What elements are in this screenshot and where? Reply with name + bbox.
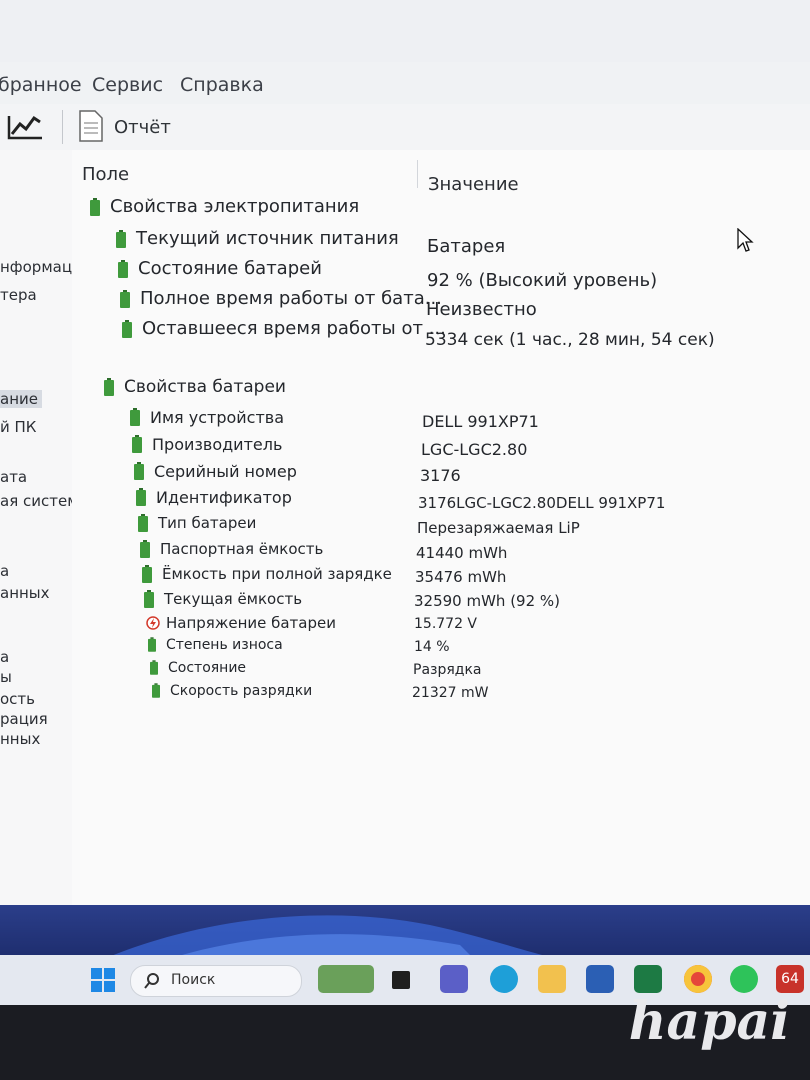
search-icon bbox=[144, 973, 159, 989]
row-field: Состояние батарей bbox=[138, 258, 322, 279]
sidebar: нформац тера ание й ПК ата ая система а … bbox=[0, 150, 73, 920]
row-value: 35476 mWh bbox=[415, 568, 507, 586]
watermark-logo: hapai bbox=[628, 991, 790, 1052]
battery-icon bbox=[104, 378, 114, 396]
row-field: Идентификатор bbox=[156, 488, 292, 507]
battery-icon bbox=[150, 660, 158, 675]
menu-help[interactable]: Справка bbox=[180, 74, 264, 96]
menu-bar: бранное Сервис Справка bbox=[0, 62, 810, 106]
row-value: Батарея bbox=[427, 236, 506, 257]
row-value: 21327 mW bbox=[412, 685, 489, 701]
search-label: Поиск bbox=[171, 972, 216, 988]
row-field: Скорость разрядки bbox=[170, 683, 313, 699]
sidebar-item-selected[interactable]: ание bbox=[0, 390, 42, 408]
row-value: 92 % (Высокий уровень) bbox=[427, 270, 658, 291]
battery-icon bbox=[122, 320, 132, 338]
task-view-icon[interactable] bbox=[392, 971, 410, 989]
battery-icon bbox=[138, 514, 148, 532]
row-value: Неизвестно bbox=[426, 299, 537, 320]
battery-icon bbox=[130, 408, 140, 426]
sidebar-item[interactable]: тера bbox=[0, 286, 37, 304]
battery-icon bbox=[152, 683, 160, 698]
row-field: Полное время работы от бата... bbox=[140, 288, 442, 309]
battery-icon bbox=[136, 488, 146, 506]
aida64-icon[interactable]: 64 bbox=[776, 965, 804, 993]
battery-icon bbox=[142, 565, 152, 583]
row-value: 3176LGC-LGC2.80DELL 991XP71 bbox=[418, 494, 666, 512]
row-field: Ёмкость при полной зарядке bbox=[162, 565, 392, 583]
battery-icon bbox=[132, 435, 142, 453]
row-value: 14 % bbox=[414, 639, 450, 655]
sidebar-item[interactable]: ая система bbox=[0, 492, 72, 510]
sidebar-item[interactable]: рация bbox=[0, 710, 48, 728]
report-button[interactable]: Отчёт bbox=[114, 117, 171, 138]
sidebar-item[interactable]: нных bbox=[0, 730, 40, 748]
row-value: 41440 mWh bbox=[416, 544, 508, 562]
row-value: 3176 bbox=[420, 466, 461, 485]
sidebar-item[interactable]: анных bbox=[0, 584, 50, 602]
voltage-icon bbox=[146, 616, 160, 630]
battery-icon bbox=[140, 540, 150, 558]
sidebar-item[interactable]: а bbox=[0, 562, 9, 580]
row-value: Перезаряжаемая LiP bbox=[417, 519, 580, 537]
toolbar: Отчёт bbox=[0, 104, 810, 150]
battery-icon bbox=[118, 260, 128, 278]
menu-favorites[interactable]: бранное bbox=[0, 74, 82, 96]
widgets-icon[interactable] bbox=[318, 965, 374, 993]
row-value: 32590 mWh (92 %) bbox=[414, 592, 561, 610]
row-field: Текущая ёмкость bbox=[164, 590, 303, 608]
details-table: Поле Значение Свойства электропитания Те… bbox=[72, 150, 810, 910]
battery-icon bbox=[148, 637, 156, 652]
row-field: Степень износа bbox=[166, 637, 283, 653]
battery-icon bbox=[116, 230, 126, 248]
battery-icon bbox=[120, 290, 130, 308]
column-header-field[interactable]: Поле bbox=[82, 164, 129, 185]
sidebar-item[interactable]: а bbox=[0, 648, 9, 666]
app-window: бранное Сервис Справка Отчёт нформац тер… bbox=[0, 0, 810, 920]
row-value: LGC-LGC2.80 bbox=[421, 440, 528, 459]
word-icon[interactable] bbox=[586, 965, 614, 993]
report-icon[interactable] bbox=[78, 109, 104, 143]
battery-icon bbox=[144, 590, 154, 608]
row-field: Тип батареи bbox=[158, 514, 257, 532]
row-value: 5334 сек (1 час., 28 мин, 54 сек) bbox=[425, 330, 715, 350]
row-value: Разрядка bbox=[413, 662, 482, 678]
row-value: DELL 991XP71 bbox=[422, 412, 539, 431]
battery-icon bbox=[90, 198, 100, 216]
chart-icon[interactable] bbox=[6, 112, 44, 142]
sidebar-item[interactable]: й ПК bbox=[0, 418, 36, 436]
battery-icon bbox=[134, 462, 144, 480]
whatsapp-icon[interactable] bbox=[730, 965, 758, 993]
windows-start-icon[interactable] bbox=[90, 967, 116, 993]
edge-icon[interactable] bbox=[490, 965, 518, 993]
teams-icon[interactable] bbox=[440, 965, 468, 993]
row-field: Напряжение батареи bbox=[166, 614, 336, 632]
chrome-icon[interactable] bbox=[684, 965, 712, 993]
excel-icon[interactable] bbox=[634, 965, 662, 993]
row-field: Паспортная ёмкость bbox=[160, 540, 324, 558]
file-explorer-icon[interactable] bbox=[538, 965, 566, 993]
row-field: Текущий источник питания bbox=[136, 228, 399, 249]
menu-service[interactable]: Сервис bbox=[92, 74, 163, 96]
row-field: Производитель bbox=[152, 435, 283, 454]
row-field: Состояние bbox=[168, 660, 247, 676]
sidebar-item[interactable]: нформац bbox=[0, 258, 72, 276]
row-field: Оставшееся время работы от ... bbox=[142, 318, 446, 339]
sidebar-item[interactable]: ата bbox=[0, 468, 27, 486]
sidebar-item[interactable]: ы bbox=[0, 668, 12, 686]
row-field: Имя устройства bbox=[150, 408, 285, 427]
row-value: 15.772 V bbox=[414, 616, 478, 632]
search-box[interactable]: Поиск bbox=[130, 965, 302, 997]
column-header-value[interactable]: Значение bbox=[428, 174, 519, 195]
sidebar-item[interactable]: ость bbox=[0, 690, 35, 708]
row-field: Серийный номер bbox=[154, 462, 297, 481]
mouse-cursor-icon bbox=[737, 228, 754, 252]
